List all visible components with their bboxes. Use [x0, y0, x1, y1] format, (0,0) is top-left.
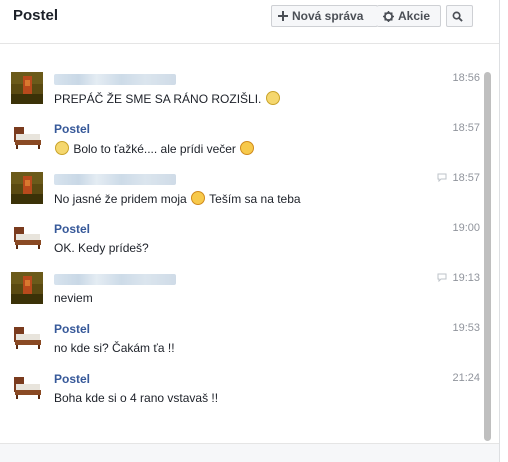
actions-button[interactable]: Akcie [377, 5, 441, 27]
user-avatar[interactable] [11, 272, 43, 304]
message-time: 18:57 [452, 172, 480, 184]
message-time: 18:56 [452, 72, 480, 84]
conversation-title: Postel [13, 7, 59, 24]
new-message-label: Nová správa [292, 9, 364, 23]
blurred-sender-name [54, 274, 176, 285]
message-row: Postel 19:53 no kde si? Čakám ťa !! [0, 322, 480, 372]
message-row: 19:13 neviem [0, 272, 480, 322]
wink-emoji-icon [240, 141, 255, 155]
scrollbar-thumb[interactable] [484, 72, 491, 441]
message-row: 18:57 No jasné že pridem moja Teším sa n… [0, 172, 480, 222]
sender-name[interactable]: Postel [54, 372, 90, 386]
gear-icon [383, 10, 394, 22]
message-text: PREPÁČ ŽE SME SA RÁNO ROZIŠLI. [54, 91, 281, 106]
message-time: 19:00 [452, 222, 480, 234]
frown-emoji-icon [55, 141, 69, 155]
message-row: 18:56 PREPÁČ ŽE SME SA RÁNO ROZIŠLI. [0, 72, 480, 122]
frown-emoji-icon [265, 91, 280, 105]
message-time: 18:57 [452, 122, 480, 134]
bed-avatar[interactable] [11, 372, 43, 404]
sender-name[interactable]: Postel [54, 122, 90, 136]
message-row: Postel 21:24 Boha kde si o 4 rano vstava… [0, 372, 480, 422]
reply-area[interactable] [0, 444, 499, 462]
message-row: Postel 19:00 OK. Kedy prídeš? [0, 222, 480, 272]
user-avatar[interactable] [11, 172, 43, 204]
smile-emoji-icon [191, 191, 206, 205]
message-time: 19:53 [452, 322, 480, 334]
blurred-sender-name [54, 174, 176, 185]
actions-label: Akcie [398, 9, 431, 23]
bed-avatar[interactable] [11, 222, 43, 254]
message-text: No jasné že pridem moja Teším sa na teba [54, 191, 301, 206]
right-panel [500, 0, 508, 462]
conversation-header: Postel Nová správa Akcie [0, 0, 508, 44]
search-icon [452, 11, 463, 22]
message-time: 19:13 [452, 272, 480, 284]
speech-bubble-icon [437, 173, 447, 182]
bed-avatar[interactable] [11, 322, 43, 354]
message-row: Postel 18:57 Bolo to ťažké.... ale prídi… [0, 122, 480, 172]
message-text: Boha kde si o 4 rano vstavaš !! [54, 391, 219, 405]
user-avatar[interactable] [11, 72, 43, 104]
speech-bubble-icon [437, 273, 447, 282]
message-text: neviem [54, 291, 93, 305]
message-text: no kde si? Čakám ťa !! [54, 341, 175, 355]
blurred-sender-name [54, 74, 176, 85]
new-message-button[interactable]: Nová správa [271, 5, 378, 27]
sender-name[interactable]: Postel [54, 322, 90, 336]
message-list[interactable]: 18:56 PREPÁČ ŽE SME SA RÁNO ROZIŠLI. Pos… [0, 44, 499, 444]
message-text: OK. Kedy prídeš? [54, 241, 149, 255]
bed-avatar[interactable] [11, 122, 43, 154]
sender-name[interactable]: Postel [54, 222, 90, 236]
plus-icon [278, 11, 288, 21]
search-button[interactable] [446, 5, 473, 27]
message-time: 21:24 [452, 372, 480, 384]
message-text: Bolo to ťažké.... ale prídi večer [54, 141, 255, 156]
